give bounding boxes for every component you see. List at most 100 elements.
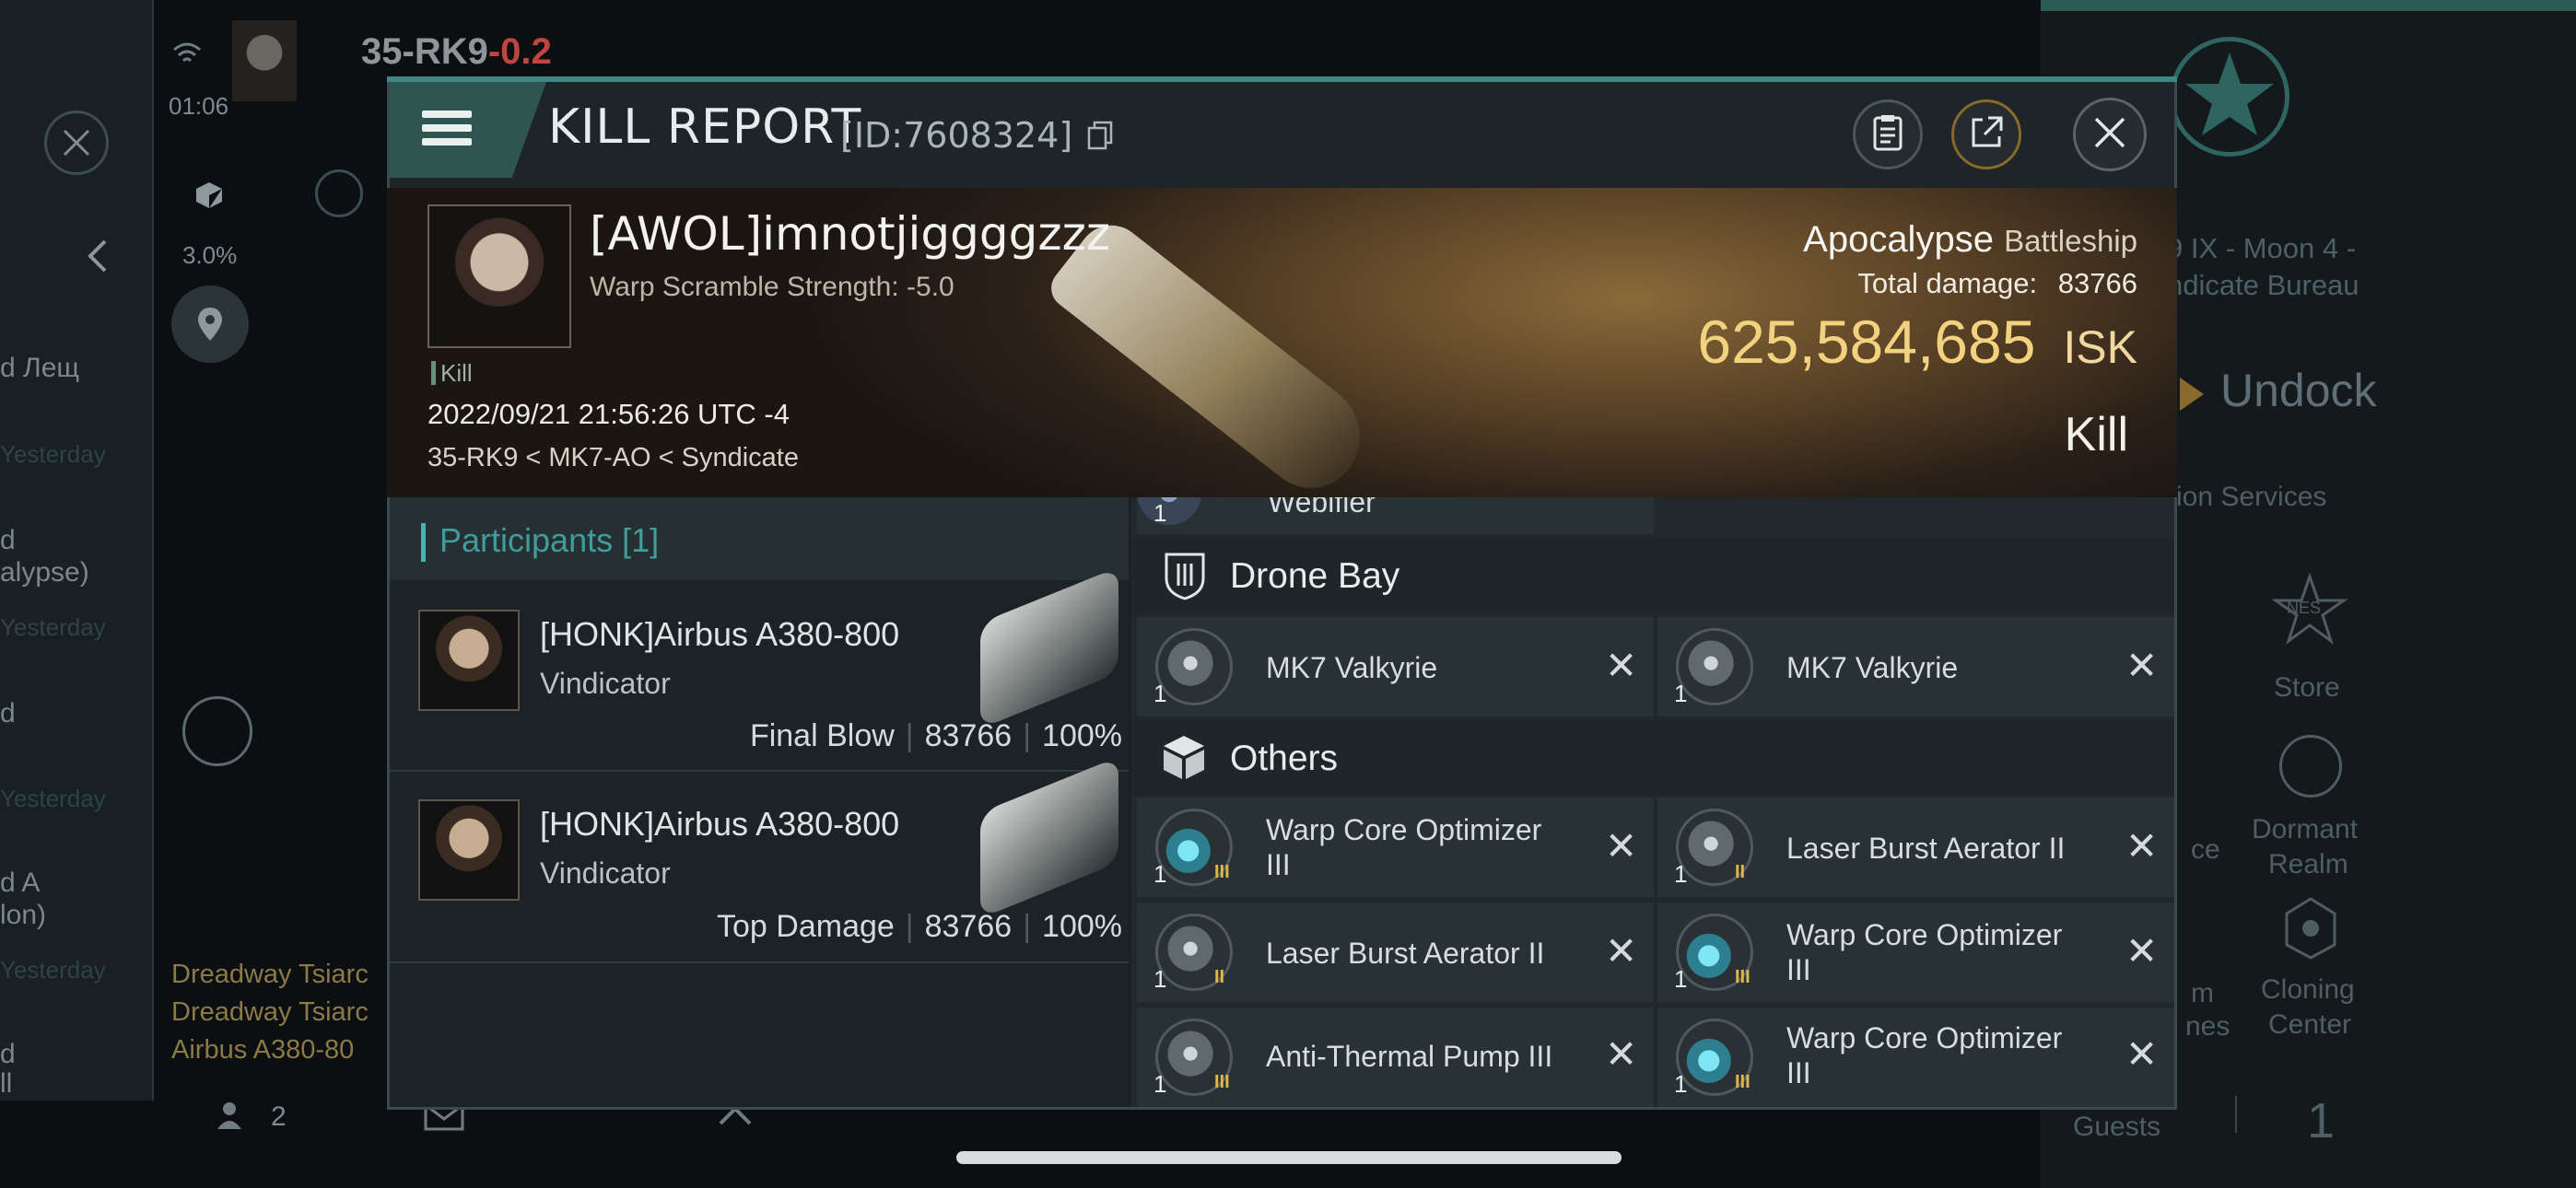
remove-item-icon[interactable]: ✕ [1605, 823, 1637, 868]
bg-list-item: lon) [0, 900, 47, 930]
participant-role: Top Damage [717, 909, 895, 944]
item-qty: 1 [1153, 499, 1167, 527]
participant-percent: 100% [1042, 718, 1122, 753]
bg-list-item: ll [0, 1068, 13, 1099]
drone-icon [1676, 628, 1753, 705]
item-name: Warp Core Optimizer [1786, 1021, 2063, 1054]
target-icon[interactable] [182, 696, 252, 766]
dormant-label[interactable]: Realm [2268, 849, 2348, 880]
location-pin-icon[interactable] [171, 285, 249, 363]
item-row[interactable]: III 1 Anti-Thermal Pump III ✕ [1137, 1007, 1654, 1107]
item-row[interactable]: 1 MK7 Valkyrie ✕ [1657, 617, 2174, 716]
person-icon[interactable] [214, 1100, 245, 1135]
kill-result: Kill [2064, 408, 2128, 461]
undock-arrow-icon [2176, 374, 2207, 418]
item-qty: 1 [1674, 680, 1688, 707]
item-name-line2: III [1266, 848, 1291, 881]
cloning-label[interactable]: Center [2268, 1009, 2351, 1041]
menu-icon[interactable] [422, 124, 472, 132]
store-label[interactable]: Store [2274, 672, 2340, 704]
menu-icon[interactable] [422, 111, 472, 118]
close-button[interactable] [2073, 98, 2147, 171]
item-partial-row[interactable]: 1 Webifier [1137, 497, 1654, 534]
undock-button[interactable]: Undock [2220, 364, 2377, 417]
cloning-icon[interactable] [2279, 895, 2342, 961]
bg-list-time: Yesterday [0, 956, 106, 984]
remove-item-icon[interactable]: ✕ [2125, 823, 2158, 868]
home-indicator[interactable] [956, 1151, 1622, 1164]
item-row[interactable]: III 1 Warp Core Optimizer III ✕ [1657, 903, 2174, 1002]
copy-icon[interactable] [1087, 118, 1113, 158]
bg-list-item: d [0, 698, 16, 728]
report-id-text: [ID:7608324] [840, 115, 1073, 156]
bg-list-item: d Лещ [0, 353, 80, 383]
item-row[interactable]: III 1 Warp Core Optimizer III ✕ [1657, 1007, 2174, 1107]
remove-item-icon[interactable]: ✕ [1605, 643, 1637, 688]
tier-badge: III [1214, 1072, 1230, 1092]
share-icon [1968, 114, 2005, 155]
bg-chat-line: Dreadway Tsiarc [171, 960, 369, 989]
bg-percent: 3.0% [182, 241, 238, 269]
drone-bay-label: Drone Bay [1230, 556, 1400, 596]
item-name: Warp Core Optimizer [1266, 813, 1542, 846]
remove-item-icon[interactable]: ✕ [2125, 1031, 2158, 1077]
item-row[interactable]: II 1 Laser Burst Aerator II ✕ [1657, 798, 2174, 897]
item-qty: 1 [1153, 965, 1167, 993]
clipboard-icon [1872, 113, 1903, 156]
victim-portrait[interactable] [427, 204, 571, 348]
item-row[interactable]: III 1 Warp Core Optimizer III ✕ [1137, 798, 1654, 897]
bg-back-chevron-icon[interactable] [83, 238, 111, 278]
bg-close-icon[interactable] [44, 111, 109, 175]
remove-item-icon[interactable]: ✕ [2125, 928, 2158, 973]
item-row[interactable]: 1 MK7 Valkyrie ✕ [1137, 617, 1654, 716]
station-star-icon [2170, 37, 2289, 157]
kill-location[interactable]: 35-RK9 < MK7-AO < Syndicate [427, 443, 799, 473]
cloning-label[interactable]: Cloning [2261, 974, 2355, 1006]
bg-anchor-icon[interactable] [315, 169, 363, 217]
participant-pilot[interactable]: [HONK]Airbus A380-800 [540, 615, 899, 654]
tier-badge: III [1735, 1072, 1751, 1092]
isk-value: 625,584,685 ISK [1697, 307, 2137, 377]
participant-pilot[interactable]: [HONK]Airbus A380-800 [540, 805, 899, 844]
ship-class: Battleship [2004, 224, 2137, 258]
dormant-realm-icon[interactable] [2279, 735, 2342, 798]
menu-icon[interactable] [422, 138, 472, 146]
clipboard-button[interactable] [1853, 99, 1923, 169]
remove-item-icon[interactable]: ✕ [1605, 1031, 1637, 1077]
item-qty: 1 [1674, 965, 1688, 993]
item-qty: 1 [1153, 860, 1167, 888]
bg-station-text: ndicate Bureau [2167, 269, 2359, 301]
bg-fragment: m [2191, 978, 2214, 1008]
bg-list-time: Yesterday [0, 785, 106, 812]
total-damage-value: 83766 [2057, 267, 2137, 299]
tier-badge: III [1735, 967, 1751, 987]
participants-marker [421, 523, 426, 562]
participant-stats: Top Damage | 83766 | 100% [717, 909, 1122, 944]
participant-ship: Vindicator [540, 856, 671, 890]
remove-item-icon[interactable]: ✕ [1605, 928, 1637, 973]
victim-pilot-name[interactable]: [AWOL]imnotjiggggzzz [590, 207, 1110, 261]
participant-avatar[interactable] [418, 610, 520, 711]
remove-item-icon[interactable]: ✕ [2125, 643, 2158, 688]
item-name: MK7 Valkyrie [1266, 651, 1438, 684]
bg-fragment: nes [2185, 1011, 2231, 1042]
cube-icon [1161, 733, 1207, 785]
total-damage-label: Total damage: [1857, 267, 2038, 299]
dormant-label[interactable]: Dormant [2252, 814, 2358, 845]
item-qty: 1 [1153, 680, 1167, 707]
bg-clock: 01:06 [169, 92, 229, 120]
item-row[interactable]: II 1 Laser Burst Aerator II ✕ [1137, 903, 1654, 1002]
cube-icon[interactable] [193, 180, 225, 215]
bg-services: ion Services [2176, 482, 2327, 512]
bg-fragment: ce [2191, 834, 2220, 865]
ship-name: Apocalypse [1803, 219, 1994, 260]
share-button[interactable] [1951, 99, 2021, 169]
item-name: Laser Burst Aerator II [1786, 832, 2066, 865]
drone-bay-icon [1163, 551, 1207, 604]
bg-list-item: d [0, 1039, 16, 1069]
participant-avatar[interactable] [418, 799, 520, 901]
divider [2235, 1096, 2237, 1133]
kill-datetime: 2022/09/21 21:56:26 UTC -4 [427, 398, 790, 430]
bg-list-time: Yesterday [0, 613, 106, 641]
nes-logo: NES [2287, 599, 2322, 617]
